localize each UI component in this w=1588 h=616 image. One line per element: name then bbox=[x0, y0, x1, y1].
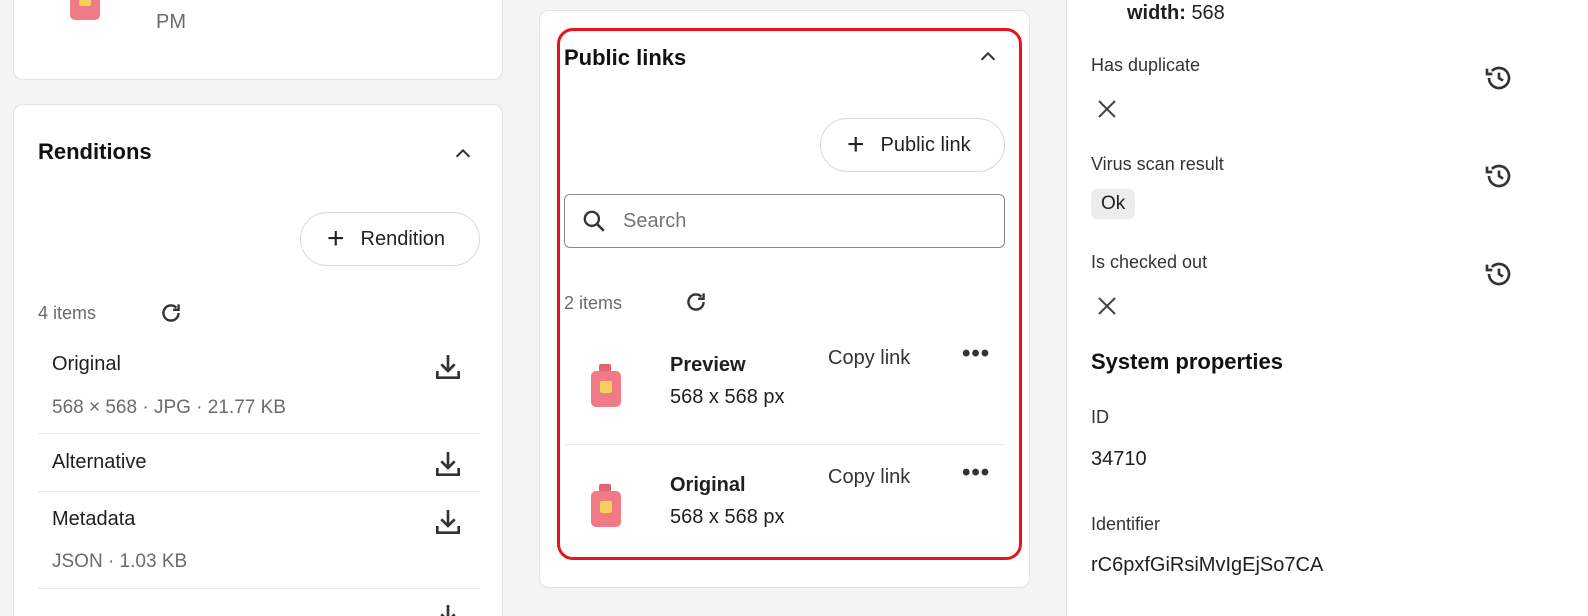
add-public-link-button[interactable]: + Public link bbox=[820, 118, 1005, 172]
width-label: width: bbox=[1127, 2, 1186, 24]
plus-icon: + bbox=[327, 222, 345, 255]
download-icon[interactable] bbox=[432, 448, 464, 480]
system-properties-title: System properties bbox=[1091, 349, 1283, 374]
link-thumbnail bbox=[591, 484, 621, 527]
id-label: ID bbox=[1091, 407, 1109, 427]
more-options-icon[interactable]: ••• bbox=[962, 459, 990, 487]
virus-scan-label: Virus scan result bbox=[1091, 154, 1224, 174]
refresh-icon[interactable] bbox=[683, 289, 709, 315]
public-links-search[interactable] bbox=[564, 194, 1005, 248]
close-icon bbox=[1095, 294, 1119, 318]
link-name: Preview bbox=[670, 354, 746, 376]
search-input[interactable] bbox=[623, 208, 983, 234]
width-property: width: 568 bbox=[1127, 2, 1225, 25]
renditions-panel: Renditions + Rendition 4 items Original … bbox=[13, 104, 503, 616]
properties-panel: width: 568 Has duplicate Virus scan resu… bbox=[1066, 0, 1588, 616]
rendition-name: Original bbox=[52, 353, 121, 375]
rendition-row[interactable]: Alternative bbox=[38, 434, 480, 491]
link-size: 568 x 568 px bbox=[670, 506, 785, 528]
history-icon[interactable] bbox=[1483, 160, 1515, 192]
chevron-up-icon[interactable] bbox=[977, 46, 999, 68]
file-thumbnail bbox=[70, 0, 100, 20]
link-name: Original bbox=[670, 474, 746, 496]
refresh-icon[interactable] bbox=[158, 300, 184, 326]
public-links-count: 2 items bbox=[564, 293, 623, 313]
download-icon[interactable] bbox=[432, 601, 464, 616]
copy-link-button[interactable]: Copy link bbox=[828, 347, 910, 370]
plus-icon: + bbox=[847, 128, 865, 161]
link-thumbnail bbox=[591, 364, 621, 407]
checked-out-label: Is checked out bbox=[1091, 252, 1208, 272]
rendition-meta: JSON · 1.03 KB bbox=[52, 551, 188, 572]
search-icon bbox=[581, 208, 607, 234]
link-size: 568 x 568 px bbox=[670, 386, 785, 408]
identifier-label: Identifier bbox=[1091, 514, 1161, 534]
identifier-value: rC6pxfGiRsiMvIgEjSo7CA bbox=[1091, 554, 1324, 576]
has-duplicate-label: Has duplicate bbox=[1091, 55, 1201, 75]
rendition-row[interactable]: Metadata JSON · 1.03 KB bbox=[38, 492, 480, 588]
download-icon[interactable] bbox=[432, 351, 464, 383]
row-divider bbox=[38, 588, 480, 589]
modified-time-text: PM bbox=[156, 11, 186, 33]
download-icon[interactable] bbox=[432, 506, 464, 538]
add-public-link-label: Public link bbox=[880, 133, 971, 156]
close-icon bbox=[1095, 97, 1119, 121]
add-rendition-button[interactable]: + Rendition bbox=[300, 212, 480, 266]
copy-link-button[interactable]: Copy link bbox=[828, 466, 910, 489]
rendition-row[interactable]: Original 568 × 568 · JPG · 21.77 KB bbox=[38, 341, 480, 433]
file-summary-card: PM bbox=[13, 0, 503, 80]
width-value: 568 bbox=[1191, 2, 1225, 24]
chevron-up-icon[interactable] bbox=[452, 143, 474, 165]
public-links-title: Public links bbox=[564, 45, 687, 70]
renditions-count: 4 items bbox=[38, 303, 97, 323]
history-icon[interactable] bbox=[1483, 258, 1515, 290]
rendition-name: Metadata bbox=[52, 508, 136, 530]
add-rendition-label: Rendition bbox=[360, 227, 446, 250]
rendition-meta: 568 × 568 · JPG · 21.77 KB bbox=[52, 397, 286, 418]
id-value: 34710 bbox=[1091, 448, 1147, 470]
more-options-icon[interactable]: ••• bbox=[962, 340, 990, 368]
rendition-name: Alternative bbox=[52, 451, 147, 473]
public-link-row[interactable]: Original 568 x 568 px Copy link ••• bbox=[564, 445, 1005, 555]
virus-scan-badge: Ok bbox=[1091, 189, 1136, 219]
renditions-title: Renditions bbox=[38, 139, 152, 164]
public-link-row[interactable]: Preview 568 x 568 px Copy link ••• bbox=[564, 330, 1005, 444]
history-icon[interactable] bbox=[1483, 62, 1515, 94]
